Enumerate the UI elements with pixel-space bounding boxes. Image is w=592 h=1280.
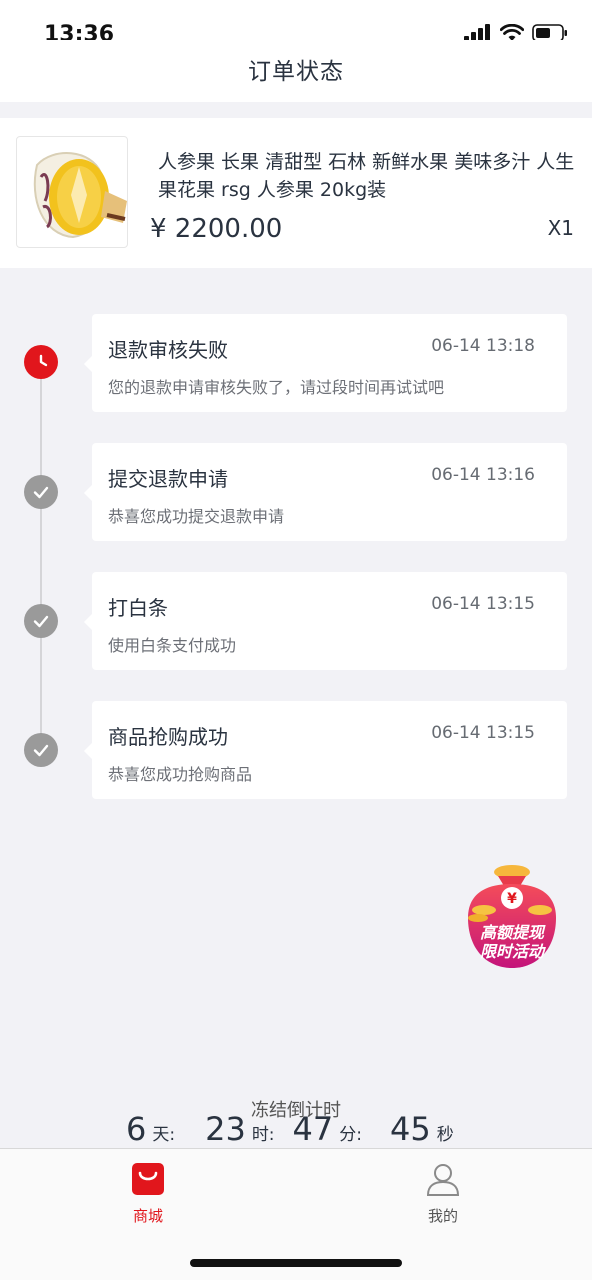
timeline-item: 退款审核失败 06-14 13:18 您的退款申请审核失败了，请过段时间再试试吧 xyxy=(84,314,567,412)
countdown: 6 天: 23 时: 47 分: 45 秒 xyxy=(126,1110,454,1148)
countdown-days-unit: 天: xyxy=(152,1125,176,1145)
tab-mall-label: 商城 xyxy=(132,1207,163,1225)
product-card[interactable]: 人参果 长果 清甜型 石林 新鲜水果 美味多汁 人生果花果 rsg 人参果 20… xyxy=(0,118,592,268)
countdown-hours: 23 xyxy=(205,1110,246,1148)
timeline-item-time: 06-14 13:16 xyxy=(431,465,535,485)
home-indicator[interactable] xyxy=(190,1259,402,1267)
check-icon xyxy=(24,733,58,767)
tab-mine[interactable]: 我的 xyxy=(403,1161,483,1226)
timeline-item: 打白条 06-14 13:15 使用白条支付成功 xyxy=(84,572,567,670)
promo-badge[interactable]: ¥ 高额提现 限时活动 xyxy=(452,856,572,976)
timeline-item-time: 06-14 13:15 xyxy=(431,594,535,614)
timeline-item-desc: 恭喜您成功提交退款申请 xyxy=(108,507,285,526)
countdown-minutes-unit: 分: xyxy=(339,1125,362,1145)
countdown-seconds-unit: 秒 xyxy=(436,1125,454,1145)
check-icon xyxy=(24,475,58,509)
timeline-item: 商品抢购成功 06-14 13:15 恭喜您成功抢购商品 xyxy=(84,701,567,799)
timeline-item-title: 打白条 xyxy=(108,596,168,620)
countdown-minutes: 47 xyxy=(292,1110,334,1148)
countdown-hours-unit: 时: xyxy=(251,1125,275,1145)
clock-icon xyxy=(24,345,58,379)
promo-currency: ¥ xyxy=(507,891,517,907)
check-icon xyxy=(24,604,58,638)
promo-line2: 限时活动 xyxy=(480,942,546,961)
promo-line1: 高额提现 xyxy=(480,923,546,942)
timeline-item-desc: 您的退款申请审核失败了，请过段时间再试试吧 xyxy=(108,378,445,397)
timeline-line xyxy=(40,364,42,752)
product-quantity: X1 xyxy=(547,216,574,240)
countdown-seconds: 45 xyxy=(390,1110,431,1148)
timeline-item-title: 商品抢购成功 xyxy=(108,725,228,749)
shopping-bag-icon xyxy=(132,1163,164,1195)
product-image xyxy=(16,136,128,248)
user-icon xyxy=(426,1164,460,1196)
timeline-item-desc: 恭喜您成功抢购商品 xyxy=(108,765,253,784)
product-title: 人参果 长果 清甜型 石林 新鲜水果 美味多汁 人生果花果 rsg 人参果 20… xyxy=(158,151,575,201)
timeline-item-time: 06-14 13:18 xyxy=(431,336,535,356)
nav-header: 订单状态 xyxy=(0,40,592,102)
product-price: ¥ 2200.00 xyxy=(150,214,283,244)
tab-mine-label: 我的 xyxy=(427,1207,458,1225)
tab-mall[interactable]: 商城 xyxy=(108,1161,188,1226)
timeline-item: 提交退款申请 06-14 13:16 恭喜您成功提交退款申请 xyxy=(84,443,567,541)
timeline-item-desc: 使用白条支付成功 xyxy=(108,636,237,655)
timeline-item-title: 提交退款申请 xyxy=(108,467,228,491)
timeline-item-time: 06-14 13:15 xyxy=(431,723,535,743)
page-title: 订单状态 xyxy=(248,59,344,85)
timeline-item-title: 退款审核失败 xyxy=(108,338,228,362)
countdown-days: 6 xyxy=(126,1110,147,1148)
